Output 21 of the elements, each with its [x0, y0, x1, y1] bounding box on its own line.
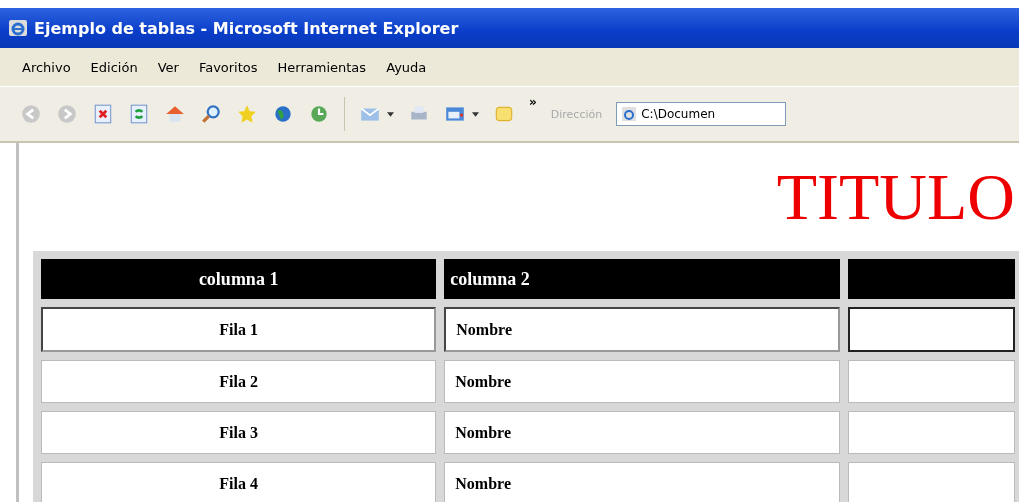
more-button[interactable]: » — [529, 95, 537, 109]
address-field[interactable]: C:\Documen — [616, 102, 787, 126]
address-label: Dirección — [550, 107, 603, 121]
menu-item[interactable]: Archivo — [22, 59, 71, 75]
menu-item[interactable]: Herramientas — [277, 59, 367, 75]
page-title: TITULO — [776, 159, 1016, 235]
table-cell: Nombre — [444, 307, 840, 352]
column-header: columna 2 — [444, 259, 840, 299]
table-cell: Nombre — [444, 411, 840, 454]
table-cell: Fila 3 — [41, 411, 437, 454]
column-header: columna 1 — [41, 259, 437, 299]
table-cell: Fila 4 — [41, 462, 437, 502]
table-cell: Nombre — [444, 462, 840, 502]
window-title: Ejemplo de tablas - Microsoft Internet Explorer — [34, 18, 459, 38]
menu-item[interactable]: Edición — [90, 59, 138, 75]
table-cell: Nombre — [444, 360, 840, 403]
menu-item[interactable]: Favoritos — [198, 59, 258, 75]
table-cell: Fila 2 — [41, 360, 437, 403]
menu-item[interactable]: Ver — [157, 59, 179, 75]
menu-item[interactable]: Ayuda — [386, 59, 427, 75]
table-cell: Fila 1 — [41, 307, 437, 352]
